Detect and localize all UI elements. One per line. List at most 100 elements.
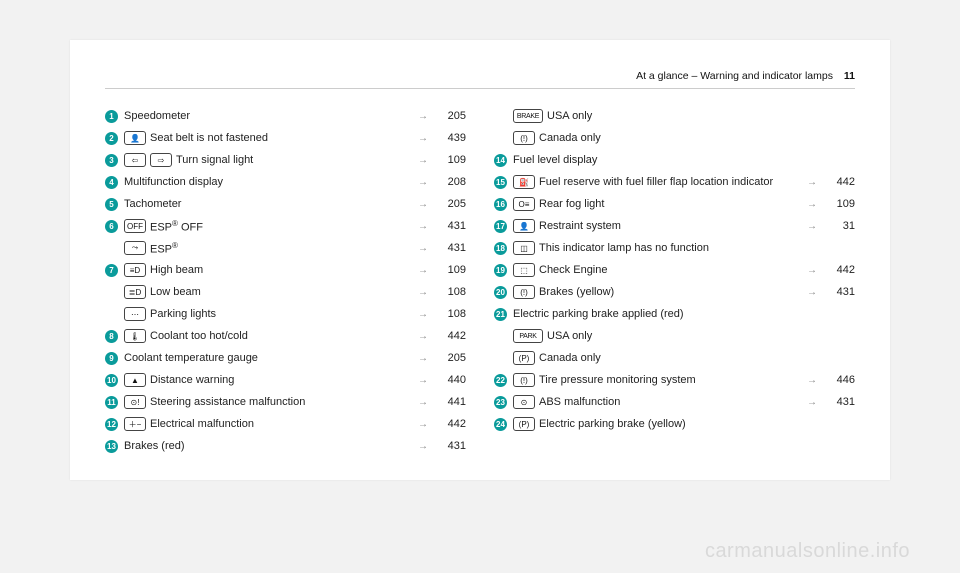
indicator-icon: (!) — [513, 285, 535, 299]
item-label: Coolant too hot/cold — [150, 330, 412, 342]
list-item: 19⬚Check Engine→442 — [494, 259, 855, 281]
indicator-icon: ◫ — [513, 241, 535, 255]
indicator-icon: (!) — [513, 131, 535, 145]
arrow-icon: → — [418, 243, 428, 254]
page-reference: 442 — [823, 176, 855, 188]
list-item: 3⇦⇨Turn signal light→109 — [105, 149, 466, 171]
item-label: Electric parking brake (yellow) — [539, 418, 855, 430]
page-reference: 108 — [434, 308, 466, 320]
page-reference: 431 — [823, 396, 855, 408]
page-reference: 446 — [823, 374, 855, 386]
item-label: Canada only — [539, 352, 855, 364]
item-number: 17 — [494, 220, 507, 233]
list-item: 18 ◫ This indicator lamp has no function — [494, 237, 855, 259]
item-number — [105, 242, 118, 255]
item-label: Parking lights — [150, 308, 412, 320]
item-label: ABS malfunction — [539, 396, 801, 408]
item-number: 7 — [105, 264, 118, 277]
indicator-icon: PARK — [513, 329, 543, 343]
item-label: Restraint system — [539, 220, 801, 232]
item-label: Low beam — [150, 286, 412, 298]
indicator-icon: ▲ — [124, 373, 146, 387]
item-label: USA only — [547, 110, 855, 122]
item-label: Fuel level display — [513, 154, 855, 166]
arrow-icon: → — [807, 375, 817, 386]
list-item: 4Multifunction display→208 — [105, 171, 466, 193]
page-reference: 431 — [434, 220, 466, 232]
item-number: 18 — [494, 242, 507, 255]
list-item: 22(!)Tire pressure monitoring system→446 — [494, 369, 855, 391]
indicator-icon: BRAKE — [513, 109, 543, 123]
arrow-icon: → — [418, 397, 428, 408]
list-item: 9 Coolant temperature gauge → 205 — [105, 347, 466, 369]
page-reference: 109 — [434, 154, 466, 166]
item-label: Electrical malfunction — [150, 418, 412, 430]
item-number: 4 — [105, 176, 118, 189]
item-number: 16 — [494, 198, 507, 211]
list-item: 11⊙!Steering assistance malfunction→441 — [105, 391, 466, 413]
list-item: (P) Canada only — [494, 347, 855, 369]
item-number: 1 — [105, 110, 118, 123]
list-item: 21Electric parking brake applied (red) — [494, 303, 855, 325]
item-number: 3 — [105, 154, 118, 167]
item-number: 9 — [105, 352, 118, 365]
indicator-icon: ≣D — [124, 285, 146, 299]
arrow-icon: → — [418, 287, 428, 298]
item-label: USA only — [547, 330, 855, 342]
item-label: Distance warning — [150, 374, 412, 386]
list-item: ≣DLow beam→108 — [105, 281, 466, 303]
page-reference: 109 — [823, 198, 855, 210]
indicator-icon: 👤 — [513, 219, 535, 233]
indicator-icon: ⬚ — [513, 263, 535, 277]
item-label: ESP® OFF — [150, 219, 412, 234]
list-item: 23⊙ABS malfunction→431 — [494, 391, 855, 413]
indicator-icon: ⤳ — [124, 241, 146, 255]
page-reference: 442 — [434, 418, 466, 430]
item-number: 5 — [105, 198, 118, 211]
item-number — [494, 330, 507, 343]
watermark: carmanualsonline.info — [705, 540, 910, 563]
arrow-icon: → — [418, 441, 428, 452]
indicator-icon: ⊙ — [513, 395, 535, 409]
item-number — [494, 110, 507, 123]
item-number: 13 — [105, 440, 118, 453]
indicator-icon: ⇨ — [150, 153, 172, 167]
item-number: 19 — [494, 264, 507, 277]
item-number: 12 — [105, 418, 118, 431]
indicator-icon: O≡ — [513, 197, 535, 211]
page-reference: 109 — [434, 264, 466, 276]
page-reference: 440 — [434, 374, 466, 386]
item-number: 21 — [494, 308, 507, 321]
arrow-icon: → — [807, 265, 817, 276]
arrow-icon: → — [807, 287, 817, 298]
item-label: Coolant temperature gauge — [124, 352, 412, 364]
list-item: 13Brakes (red)→431 — [105, 435, 466, 457]
list-item: 6OFFESP® OFF→431 — [105, 215, 466, 237]
page-reference: 431 — [823, 286, 855, 298]
list-item: 12＋−Electrical malfunction→442 — [105, 413, 466, 435]
item-label: High beam — [150, 264, 412, 276]
page-reference: 31 — [823, 220, 855, 232]
item-number: 20 — [494, 286, 507, 299]
indicator-icon: ⊙! — [124, 395, 146, 409]
item-number: 22 — [494, 374, 507, 387]
item-number: 6 — [105, 220, 118, 233]
page-reference: 205 — [434, 352, 466, 364]
page-reference: 439 — [434, 132, 466, 144]
arrow-icon: → — [418, 221, 428, 232]
page-reference: 431 — [434, 242, 466, 254]
indicator-icon: (P) — [513, 351, 535, 365]
indicator-icon: 👤 — [124, 131, 146, 145]
header-page-number: 11 — [844, 70, 855, 82]
arrow-icon: → — [807, 397, 817, 408]
item-number: 10 — [105, 374, 118, 387]
left-column: 1Speedometer→2052👤Seat belt is not faste… — [105, 105, 466, 457]
arrow-icon: → — [418, 353, 428, 364]
list-item: ⋯Parking lights→108 — [105, 303, 466, 325]
arrow-icon: → — [418, 309, 428, 320]
arrow-icon: → — [418, 375, 428, 386]
page-reference: 205 — [434, 198, 466, 210]
list-item: 20(!)Brakes (yellow)→431 — [494, 281, 855, 303]
page-header: At a glance – Warning and indicator lamp… — [105, 70, 855, 89]
item-label: This indicator lamp has no function — [539, 242, 855, 254]
